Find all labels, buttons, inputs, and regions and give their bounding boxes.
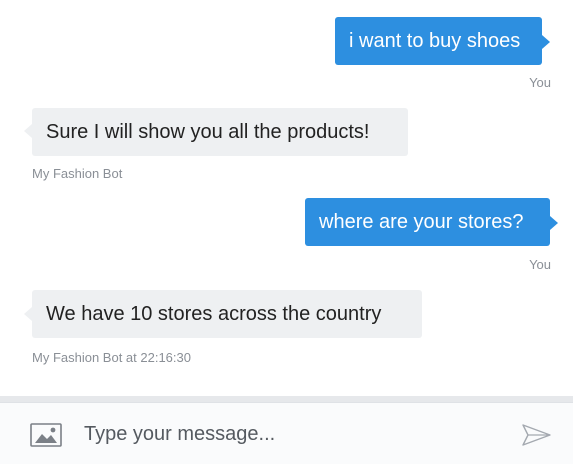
- bubble-tail: [542, 35, 550, 49]
- message-sender: You: [529, 257, 551, 272]
- message-sender: My Fashion Bot: [32, 166, 123, 181]
- message-sender: My Fashion Bot at 22:16:30: [32, 350, 191, 365]
- message-text: where are your stores?: [319, 210, 524, 233]
- message-input[interactable]: [84, 419, 494, 449]
- message-sender: You: [529, 75, 551, 90]
- message-text: We have 10 stores across the country: [46, 302, 382, 325]
- message-composer: [0, 402, 573, 464]
- bot-message-bubble: Sure I will show you all the products!: [32, 108, 408, 156]
- bot-message-bubble: We have 10 stores across the country: [32, 290, 422, 338]
- bubble-tail: [24, 124, 32, 138]
- bubble-tail: [24, 307, 32, 321]
- image-icon[interactable]: [30, 423, 62, 447]
- message-text: i want to buy shoes: [349, 29, 521, 52]
- bubble-tail: [550, 216, 558, 230]
- user-message-bubble: i want to buy shoes: [335, 17, 542, 65]
- user-message-bubble: where are your stores?: [305, 198, 550, 246]
- chat-transcript: i want to buy shoes You Sure I will show…: [0, 0, 573, 398]
- send-icon[interactable]: [522, 423, 552, 447]
- message-text: Sure I will show you all the products!: [46, 120, 370, 143]
